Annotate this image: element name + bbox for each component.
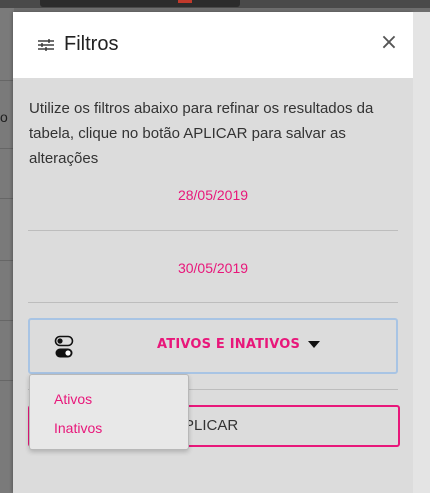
divider (28, 302, 398, 303)
start-date-field[interactable]: 28/05/2019 (28, 187, 398, 203)
background-topbar-strip (40, 0, 240, 7)
divider (28, 230, 398, 231)
panel-header: Filtros × (13, 12, 413, 78)
status-select-value: ATIVOS E INATIVOS (157, 337, 301, 352)
filter-panel: Filtros × Utilize os filtros abaixo para… (13, 12, 413, 493)
window-right-edge (413, 12, 430, 493)
background-topbar (0, 0, 430, 8)
background-row-line (0, 198, 14, 199)
chevron-down-icon (308, 341, 320, 348)
background-notification-mark (178, 0, 192, 3)
dropdown-option-inativos[interactable]: Inativos (54, 420, 102, 436)
background-row-line (0, 380, 14, 381)
toggle-switch-icon (54, 335, 74, 358)
background-row-line (0, 260, 14, 261)
status-dropdown-menu: Ativos Inativos (29, 374, 189, 450)
status-select[interactable]: ATIVOS E INATIVOS (28, 318, 398, 374)
filter-description: Utilize os filtros abaixo para refinar o… (29, 100, 374, 167)
background-row-line (0, 148, 14, 149)
dropdown-option-ativos[interactable]: Ativos (54, 391, 92, 407)
background-row-line (0, 80, 14, 81)
end-date-field[interactable]: 30/05/2019 (28, 260, 398, 276)
filter-sliders-icon (38, 39, 54, 51)
background-row-line (0, 320, 14, 321)
background-page (0, 8, 14, 493)
panel-title: Filtros (64, 33, 119, 55)
background-table-text: o (0, 109, 8, 125)
close-button[interactable]: × (379, 32, 399, 54)
apply-button-label: PLICAR (184, 417, 239, 434)
